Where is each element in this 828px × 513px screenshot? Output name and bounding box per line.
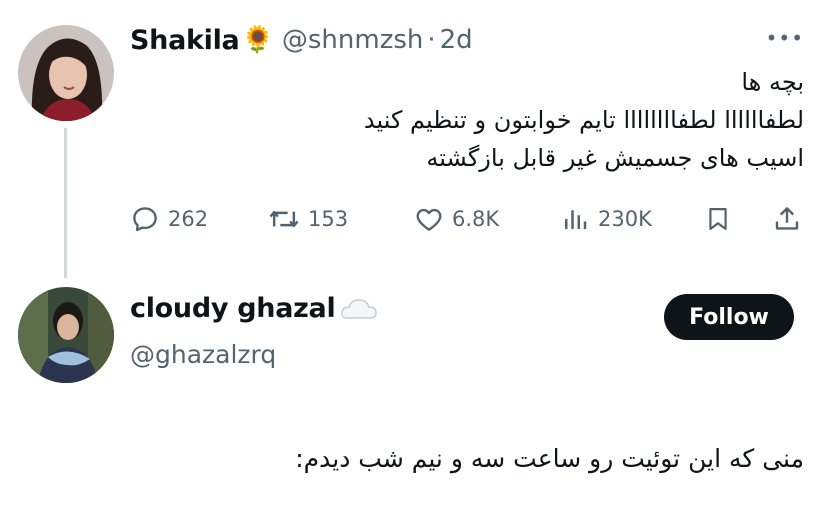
sunflower-emoji: 🌻: [241, 25, 274, 55]
avatar-cloudy-ghazal[interactable]: [18, 287, 114, 383]
avatar-image: [18, 287, 114, 383]
tweet1-time[interactable]: 2d: [440, 25, 473, 55]
tweet2-author-name[interactable]: cloudy ghazal: [130, 293, 336, 324]
repost-button[interactable]: 153: [268, 197, 348, 241]
share-icon: [775, 207, 799, 230]
views-button[interactable]: 230K: [560, 197, 652, 241]
tweet1-header: Shakila 🌻 @shnmzsh · 2d: [130, 20, 473, 60]
reply-icon: [133, 207, 157, 232]
more-icon[interactable]: •••: [766, 26, 804, 50]
tweet1-action-bar: 262 153 6.8K 230K: [128, 197, 808, 241]
repost-icon: [269, 211, 299, 227]
tweet2-handle[interactable]: @ghazalzrq: [130, 340, 276, 369]
tweet1-line: اسیب های جسمیش غیر قابل بازگشته: [426, 144, 804, 172]
like-button[interactable]: 6.8K: [414, 197, 499, 241]
separator-dot: ·: [427, 25, 436, 55]
follow-button[interactable]: Follow: [664, 294, 794, 340]
avatar-shakila[interactable]: [18, 25, 114, 121]
reply-button[interactable]: 262: [130, 197, 208, 241]
tweet1-line: بچه ها: [741, 68, 804, 96]
tweet1-text: بچه ها لطفاااااا لطفاااااااا تایم خوابتو…: [144, 63, 804, 177]
bookmark-icon: [709, 207, 727, 231]
heart-icon: [416, 208, 442, 231]
views-count: 230K: [598, 207, 652, 231]
repost-count: 153: [308, 207, 349, 231]
tweet2-text: منی که این توئیت رو ساعت سه و نیم شب دید…: [295, 444, 804, 473]
tweet1-line: لطفاااااا لطفاااااااا تایم خوابتون و تنظ…: [363, 106, 804, 134]
thread-line: [64, 128, 67, 278]
bookmark-button[interactable]: [704, 197, 732, 241]
avatar-image: [18, 25, 114, 121]
tweet1-author-name[interactable]: Shakila: [130, 25, 240, 56]
reply-count: 262: [168, 207, 209, 231]
tweet1-handle[interactable]: @shnmzsh: [282, 25, 424, 55]
like-count: 6.8K: [452, 207, 500, 231]
views-icon: [565, 210, 587, 229]
tweet2-author: cloudy ghazal: [130, 293, 379, 324]
share-button[interactable]: [772, 197, 802, 241]
cloud-icon: [341, 298, 378, 319]
